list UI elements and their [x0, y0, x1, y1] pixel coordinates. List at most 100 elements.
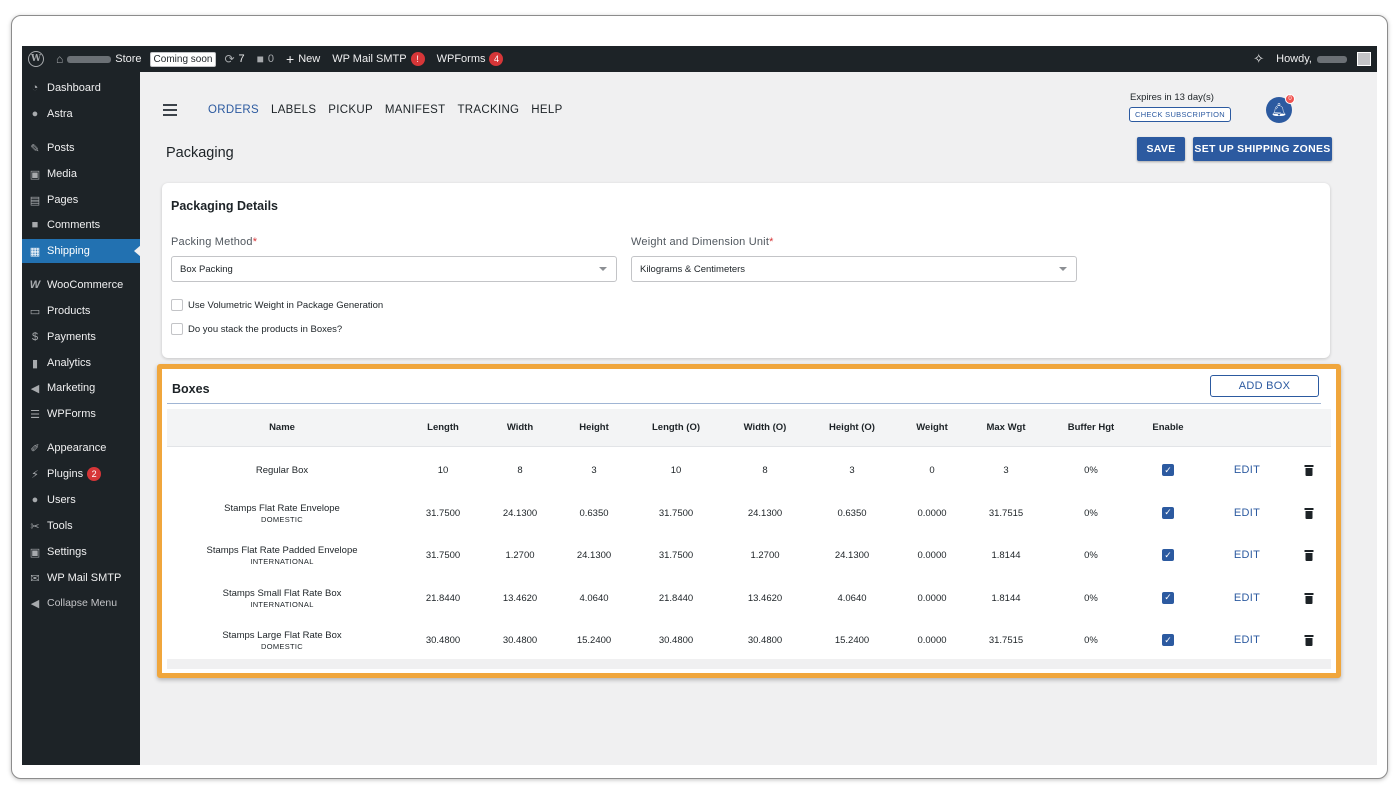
tab-manifest[interactable]: MANIFEST [385, 104, 446, 116]
new-content-menu[interactable]: + New [280, 46, 326, 72]
checkmark-icon: ✓ [1164, 507, 1172, 517]
weight-unit-select[interactable]: Kilograms & Centimeters [631, 256, 1077, 282]
edit-box-button[interactable]: EDIT [1234, 549, 1260, 561]
table-row: Stamps Large Flat Rate Box DOMESTIC 30.480… [167, 619, 1331, 661]
chevron-down-icon [1059, 267, 1067, 271]
volumetric-weight-checkbox[interactable] [171, 299, 183, 311]
megaphone-icon: ◀ [30, 382, 40, 395]
table-cell: 3 [591, 465, 597, 476]
table-cell: 30.4800 [747, 635, 783, 646]
sidebar-item-label: Tools [47, 520, 73, 532]
my-account-menu[interactable]: Howdy, [1270, 46, 1377, 72]
sidebar-item-astra[interactable]: ● Astra [22, 102, 140, 126]
wordpress-icon: W [28, 51, 44, 67]
enable-checkbox[interactable]: ✓ [1162, 506, 1174, 519]
sidebar-item-comments[interactable]: ■ Comments [22, 213, 140, 237]
box-name-cell: Regular Box [256, 465, 308, 476]
sidebar-item-posts[interactable]: ✎ Posts [22, 136, 140, 160]
delete-box-button[interactable] [1304, 635, 1314, 646]
wp-mail-smtp-menu[interactable]: WP Mail SMTP ! [326, 46, 430, 72]
coming-soon-badge[interactable]: Coming soon [148, 46, 219, 72]
packaging-details-card: Packaging Details Packing Method* Box Pa… [162, 183, 1330, 358]
boxes-title: Boxes [172, 382, 210, 396]
box-name-cell: Stamps Flat Rate Envelope DOMESTIC [224, 503, 340, 525]
wpforms-label: WPForms [436, 53, 486, 65]
delete-box-button[interactable] [1304, 465, 1314, 476]
setup-shipping-zones-button[interactable]: SET UP SHIPPING ZONES [1193, 137, 1332, 161]
sidebar-item-users[interactable]: ● Users [22, 488, 140, 512]
delete-box-button[interactable] [1304, 592, 1314, 604]
tab-pickup[interactable]: PICKUP [328, 104, 373, 116]
tab-tracking[interactable]: TRACKING [457, 104, 519, 116]
sidebar-item-woocommerce[interactable]: W WooCommerce [22, 273, 140, 297]
hamburger-menu-button[interactable] [163, 104, 177, 119]
box-name-cell: Stamps Flat Rate Padded Envelope INTERNAT… [206, 545, 357, 567]
sidebar-item-wpforms[interactable]: ☰ WPForms [22, 402, 140, 426]
column-header-length: Length [427, 422, 459, 433]
table-cell: 1.8144 [991, 592, 1021, 604]
comments-menu[interactable]: ■ 0 [251, 46, 280, 72]
edit-box-button[interactable]: EDIT [1234, 634, 1260, 646]
enable-checkbox[interactable]: ✓ [1162, 464, 1174, 476]
sidebar-item-tools[interactable]: ✂ Tools [22, 514, 140, 538]
enable-checkbox[interactable]: ✓ [1162, 634, 1174, 646]
edit-box-button[interactable]: EDIT [1234, 592, 1260, 604]
sidebar-item-media[interactable]: ▣ Media [22, 162, 140, 186]
edit-box-button[interactable]: EDIT [1234, 464, 1260, 476]
updates-menu[interactable]: ⟳ 7 [218, 46, 250, 72]
stack-products-checkbox[interactable] [171, 323, 183, 335]
stack-products-checkbox-row[interactable]: Do you stack the products in Boxes? [171, 323, 342, 335]
dashboard-icon: ◔ [31, 82, 39, 94]
sidebar-item-label: WP Mail SMTP [47, 572, 122, 584]
packing-method-label: Packing Method* [171, 236, 258, 248]
volumetric-weight-checkbox-row[interactable]: Use Volumetric Weight in Package Generat… [171, 299, 383, 311]
column-header-max-weight: Max Wgt [986, 422, 1026, 433]
column-header-length-outer: Length (O) [651, 422, 701, 433]
sidebar-item-payments[interactable]: $ Payments [22, 325, 140, 349]
woo-icon: W [29, 279, 41, 291]
ai-assistant-button[interactable]: ✧ [1247, 46, 1270, 72]
sidebar-item-dashboard[interactable]: ◔ Dashboard [22, 76, 140, 100]
table-cell: 30.4800 [658, 635, 694, 646]
sidebar-item-settings[interactable]: ▣ Settings [22, 540, 140, 564]
sidebar-item-pages[interactable]: ▤ Pages [22, 188, 140, 212]
tab-orders[interactable]: ORDERS [208, 104, 259, 116]
wp-mail-smtp-label: WP Mail SMTP [332, 53, 407, 65]
window-frame: W ⌂ Store Coming soon ⟳ 7 ■ 0 + New WP M… [11, 15, 1388, 779]
delete-box-button[interactable] [1304, 550, 1314, 561]
add-box-button[interactable]: ADD BOX [1210, 375, 1319, 397]
column-header-height: Height [579, 422, 609, 433]
tab-labels[interactable]: LABELS [271, 104, 316, 116]
table-cell: 0.0000 [917, 507, 947, 519]
refresh-icon: ⟳ [224, 52, 235, 66]
tab-help[interactable]: HELP [531, 104, 562, 116]
enable-checkbox[interactable]: ✓ [1162, 549, 1174, 561]
delete-box-button[interactable] [1304, 507, 1314, 519]
sidebar-item-marketing[interactable]: ◀ Marketing [22, 376, 140, 400]
wordpress-logo-menu[interactable]: W [22, 46, 50, 72]
sidebar-item-products[interactable]: ▭ Products [22, 299, 140, 323]
packing-method-select[interactable]: Box Packing [171, 256, 617, 282]
check-subscription-button[interactable]: CHECK SUBSCRIPTION [1129, 107, 1231, 122]
sidebar-item-appearance[interactable]: ✐ Appearance [22, 436, 140, 460]
sidebar-item-label: Posts [47, 142, 75, 154]
enable-checkbox[interactable]: ✓ [1162, 591, 1174, 604]
sidebar-item-wp-mail-smtp[interactable]: ✉ WP Mail SMTP [22, 566, 140, 590]
volumetric-weight-label: Use Volumetric Weight in Package Generat… [188, 299, 384, 311]
table-cell: 24.1300 [747, 507, 783, 519]
table-cell: 1.2700 [505, 550, 535, 561]
sidebar-item-label: Astra [47, 108, 73, 120]
plugins-update-badge: 2 [87, 467, 102, 481]
boxes-table-header: Name Length Width Height Length (O) Widt… [167, 409, 1331, 447]
site-name-menu[interactable]: ⌂ Store [50, 46, 148, 72]
edit-box-button[interactable]: EDIT [1234, 507, 1260, 519]
table-cell: 31.7515 [988, 507, 1024, 519]
sidebar-item-shipping[interactable]: ▦ Shipping [22, 239, 141, 263]
save-button[interactable]: SAVE [1137, 137, 1185, 161]
notification-count-badge: 0 [1285, 94, 1295, 104]
sidebar-item-analytics[interactable]: ▮ Analytics [22, 351, 140, 375]
trash-icon [1304, 635, 1314, 646]
wpforms-menu[interactable]: WPForms 4 [431, 46, 510, 72]
collapse-menu-button[interactable]: ◀ Collapse Menu [22, 591, 140, 615]
sidebar-item-plugins[interactable]: ⚡ Plugins 2 [22, 462, 140, 486]
